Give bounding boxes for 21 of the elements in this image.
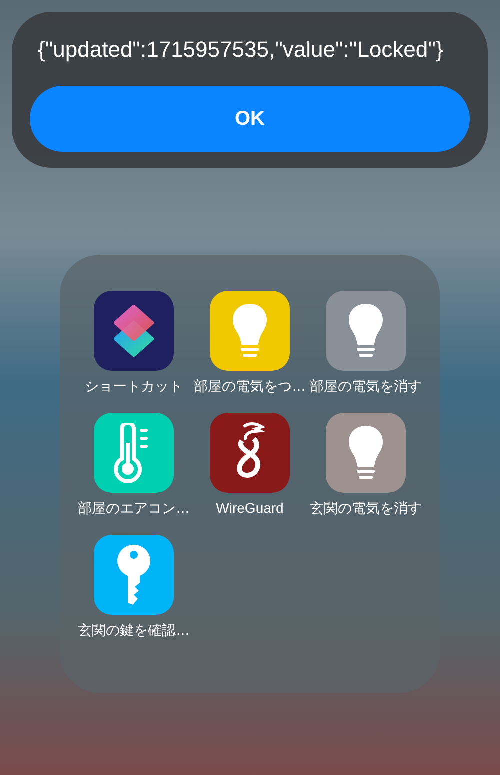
app-label[interactable]: 玄関の鍵を確認…	[78, 621, 190, 639]
app-label[interactable]: 部屋の電気を消す	[310, 377, 422, 395]
app-icon[interactable]	[210, 413, 290, 493]
app-label[interactable]: ショートカット	[85, 377, 183, 395]
app-label[interactable]: 玄関の電気を消す	[310, 499, 422, 517]
app-icon[interactable]	[94, 413, 174, 493]
app-label[interactable]: 部屋のエアコン…	[78, 499, 190, 517]
app-icon[interactable]	[94, 535, 174, 615]
app-icon[interactable]	[94, 291, 174, 371]
light-bulb-icon	[349, 426, 383, 480]
light-bulb-icon	[233, 304, 267, 358]
app-icon[interactable]	[326, 413, 406, 493]
app-label[interactable]: WireGuard	[216, 499, 284, 517]
app-icon[interactable]	[210, 291, 290, 371]
shortcuts-icon	[111, 305, 157, 357]
ok-button[interactable]: OK	[30, 86, 470, 152]
app-label[interactable]: 部屋の電気をつ…	[194, 377, 306, 395]
alert-message: {"updated":1715957535,"value":"Locked"}	[37, 36, 444, 64]
light-bulb-icon	[349, 304, 383, 358]
key-icon	[116, 545, 152, 605]
app-icon[interactable]	[326, 291, 406, 371]
